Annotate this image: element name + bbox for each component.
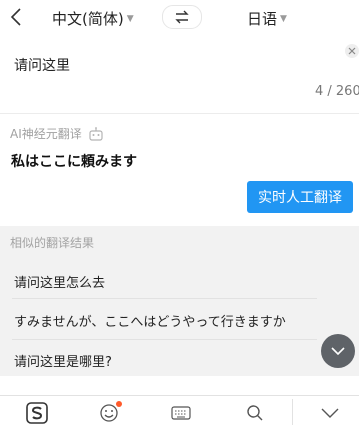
human-translate-button[interactable]: 实时人工翻译 xyxy=(247,181,353,213)
divider xyxy=(12,298,317,299)
caret-down-icon: ▼ xyxy=(126,14,134,24)
clear-button[interactable] xyxy=(345,44,359,58)
swap-languages-button[interactable] xyxy=(162,5,202,29)
close-icon xyxy=(348,47,356,55)
search-button[interactable] xyxy=(242,401,268,425)
sogou-logo-button[interactable] xyxy=(24,401,50,425)
back-button[interactable] xyxy=(6,6,26,28)
back-arrow-icon xyxy=(10,8,21,26)
target-language-selector[interactable]: 日语 ▼ xyxy=(247,7,287,29)
engine-label-text: AI神经元翻译 xyxy=(10,127,82,141)
scroll-down-button[interactable] xyxy=(321,334,355,368)
source-text-input[interactable]: 请问这里 xyxy=(14,55,70,75)
character-count: 4 / 260 xyxy=(315,84,359,99)
source-language-selector[interactable]: 中文(简体) ▼ xyxy=(52,7,134,29)
similar-results-title: 相似的翻译结果 xyxy=(10,236,95,250)
divider xyxy=(12,339,317,340)
swap-icon xyxy=(175,10,189,24)
chevron-down-icon xyxy=(331,347,345,355)
translation-result: 私はここに頼みます xyxy=(11,154,137,170)
caret-down-icon: ▼ xyxy=(280,14,287,24)
engine-label: AI神经元翻译 xyxy=(10,125,104,142)
source-language-label: 中文(简体) xyxy=(52,9,124,28)
robot-icon xyxy=(89,126,103,141)
notification-dot xyxy=(116,401,122,407)
collapse-keyboard-button[interactable] xyxy=(317,401,343,425)
search-icon xyxy=(247,405,263,421)
divider xyxy=(0,113,359,114)
similar-item[interactable]: 请问这里是哪里? xyxy=(14,351,112,370)
keyboard-button[interactable] xyxy=(168,401,194,425)
similar-item[interactable]: 请问这里怎么去 xyxy=(14,272,105,291)
target-language-label: 日语 xyxy=(247,9,278,28)
keyboard-icon xyxy=(171,406,191,420)
sogou-logo-icon xyxy=(26,402,48,424)
divider xyxy=(292,399,293,425)
similar-item[interactable]: すみませんが、ここへはどうやって行きますか xyxy=(14,311,286,330)
collapse-icon xyxy=(321,408,339,418)
